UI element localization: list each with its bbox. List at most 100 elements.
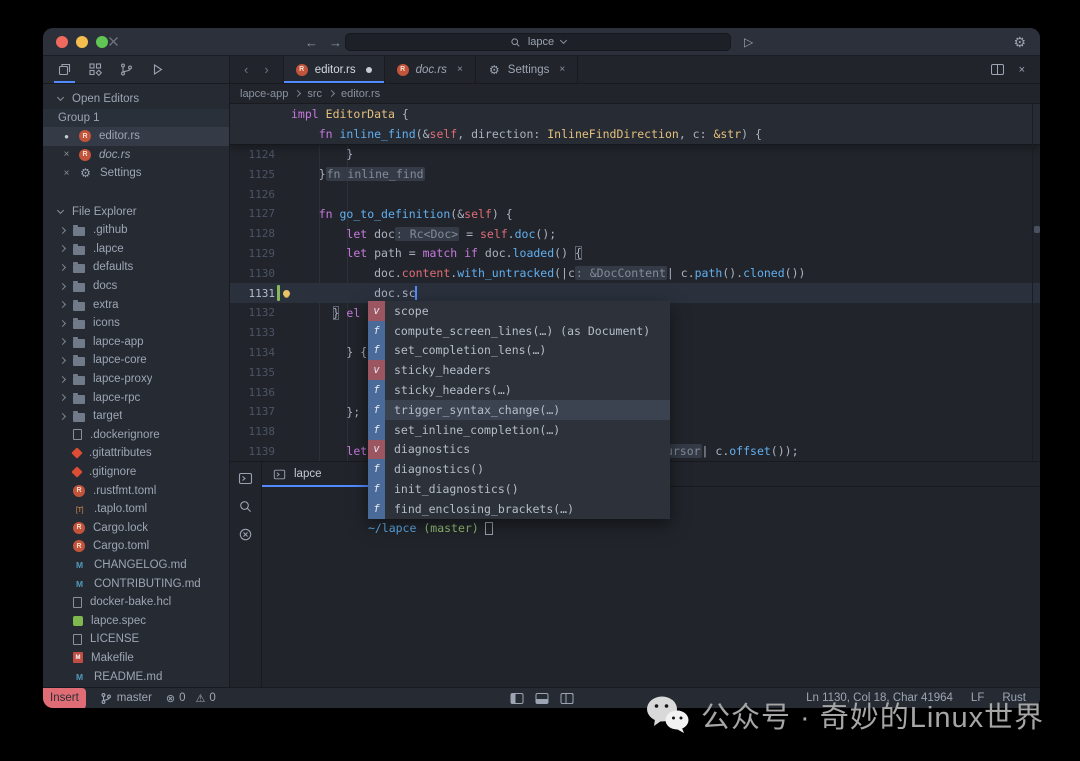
tab-doc-rs[interactable]: Rdoc.rs× xyxy=(385,56,476,83)
open-editor-item[interactable]: ×⚙Settings xyxy=(43,164,229,183)
explorer-item[interactable]: lapce-rpc xyxy=(43,388,229,407)
code-line[interactable]: 1126 xyxy=(230,184,1040,204)
explorer-item[interactable]: lapce-proxy xyxy=(43,370,229,389)
history-forward-icon[interactable]: → xyxy=(329,28,342,56)
explorer-item[interactable]: LICENSE xyxy=(43,630,229,649)
code-line[interactable]: 1125 }fn inline_find xyxy=(230,164,1040,184)
completion-item[interactable]: ffind_enclosing_brackets(…) xyxy=(368,499,670,519)
run-button[interactable]: ▷ xyxy=(744,28,753,56)
tab-back-icon[interactable]: ‹ xyxy=(244,62,248,77)
completion-item[interactable]: fset_completion_lens(…) xyxy=(368,341,670,361)
diagnostics-indicator[interactable]: ⊗ 0 ⚠ 0 xyxy=(166,692,216,705)
completion-item[interactable]: finit_diagnostics() xyxy=(368,479,670,499)
explorer-item-label: LICENSE xyxy=(90,633,139,645)
rust-icon: R xyxy=(73,540,85,552)
explorer-item[interactable]: .github xyxy=(43,221,229,240)
settings-gear-icon[interactable]: ⚙ xyxy=(1013,28,1026,56)
mode-indicator[interactable]: Insert xyxy=(43,688,86,709)
toggle-left-panel-icon[interactable] xyxy=(510,693,523,704)
activity-files-icon[interactable] xyxy=(49,56,80,83)
scrollbar[interactable] xyxy=(1032,104,1040,461)
gutter-marker xyxy=(275,382,291,402)
completion-item[interactable]: fdiagnostics() xyxy=(368,459,670,479)
code-line[interactable]: 1128 let doc: Rc<Doc> = self.doc(); xyxy=(230,224,1040,244)
explorer-item[interactable]: .dockerignore xyxy=(43,426,229,445)
close-icon[interactable]: × xyxy=(457,64,463,75)
branch-icon xyxy=(100,692,112,705)
code-line[interactable]: 1130 doc.content.with_untracked(|c: &Doc… xyxy=(230,263,1040,283)
explorer-item[interactable]: lapce-app xyxy=(43,333,229,352)
tab-forward-icon[interactable]: › xyxy=(264,62,268,77)
code-line[interactable]: fn inline_find(&self, direction: InlineF… xyxy=(230,124,1040,144)
explorer-item[interactable]: lapce.spec xyxy=(43,611,229,630)
terminal-icon[interactable] xyxy=(238,471,253,486)
close-icon[interactable]: × xyxy=(62,168,71,179)
completion-item[interactable]: fset_inline_completion(…) xyxy=(368,420,670,440)
explorer-item[interactable]: lapce-core xyxy=(43,351,229,370)
code-line[interactable]: 1127 fn go_to_definition(&self) { xyxy=(230,204,1040,224)
explorer-item[interactable]: RCargo.toml xyxy=(43,537,229,556)
file-explorer-header[interactable]: File Explorer xyxy=(43,203,229,222)
toggle-bottom-panel-icon[interactable] xyxy=(535,693,548,704)
editor-group-header[interactable]: Group 1 xyxy=(43,109,229,128)
close-icon[interactable]: × xyxy=(62,149,71,160)
completion-item[interactable]: vdiagnostics xyxy=(368,440,670,460)
explorer-item[interactable]: .lapce xyxy=(43,240,229,259)
close-icon[interactable]: × xyxy=(1019,64,1025,76)
completion-item[interactable]: fsticky_headers(…) xyxy=(368,380,670,400)
explorer-item[interactable]: MCHANGELOG.md xyxy=(43,556,229,575)
explorer-item[interactable]: MMakefile xyxy=(43,649,229,668)
completion-item[interactable]: vscope xyxy=(368,301,670,321)
breadcrumb-file[interactable]: editor.rs xyxy=(341,88,380,100)
explorer-item-label: target xyxy=(93,410,122,422)
code-line[interactable]: 1124 } xyxy=(230,145,1040,165)
explorer-item[interactable]: RCargo.lock xyxy=(43,519,229,538)
explorer-item[interactable]: icons xyxy=(43,314,229,333)
rust-icon: R xyxy=(79,130,91,142)
tab-Settings[interactable]: ⚙Settings× xyxy=(476,56,578,83)
open-editor-item[interactable]: ●Reditor.rs xyxy=(43,127,229,146)
explorer-item[interactable]: docs xyxy=(43,277,229,296)
code-line[interactable]: impl EditorData { xyxy=(230,104,1040,124)
completion-item[interactable]: fcompute_screen_lines(…) (as Document) xyxy=(368,321,670,341)
scrollbar-thumb[interactable] xyxy=(1034,226,1040,233)
explorer-item[interactable]: .gitattributes xyxy=(43,444,229,463)
lightbulb-icon[interactable] xyxy=(283,290,290,297)
md-icon: M xyxy=(73,670,86,683)
tab-editor-rs[interactable]: Reditor.rs xyxy=(283,56,385,83)
tab-label: Settings xyxy=(508,64,550,76)
breadcrumb-folder[interactable]: src xyxy=(307,88,322,100)
explorer-item[interactable]: extra xyxy=(43,295,229,314)
open-editors-header[interactable]: Open Editors xyxy=(43,90,229,109)
explorer-item[interactable]: .gitignore xyxy=(43,463,229,482)
code-line[interactable]: 1131 doc.sc xyxy=(230,283,1040,303)
command-palette[interactable]: lapce xyxy=(345,33,731,51)
chevron-right-icon xyxy=(59,338,66,345)
file-icon xyxy=(73,429,82,440)
breadcrumb-project[interactable]: lapce-app xyxy=(240,88,288,100)
explorer-item[interactable]: MREADME.md xyxy=(43,667,229,686)
minimize-window-button[interactable] xyxy=(76,36,88,48)
activity-debug-icon[interactable] xyxy=(142,56,173,83)
code-text: impl EditorData { xyxy=(291,107,1040,121)
completion-item[interactable]: vsticky_headers xyxy=(368,360,670,380)
activity-source-control-icon[interactable] xyxy=(111,56,142,83)
explorer-item[interactable]: MCONTRIBUTING.md xyxy=(43,574,229,593)
explorer-item[interactable]: R.rustfmt.toml xyxy=(43,481,229,500)
explorer-item[interactable]: docker-bake.hcl xyxy=(43,593,229,612)
split-editor-icon[interactable] xyxy=(991,64,1004,75)
close-window-button[interactable] xyxy=(56,36,68,48)
code-line[interactable]: 1129 let path = match if doc.loaded() { xyxy=(230,244,1040,264)
toggle-right-panel-icon[interactable] xyxy=(560,693,573,704)
explorer-item[interactable]: target xyxy=(43,407,229,426)
open-editor-item[interactable]: ×Rdoc.rs xyxy=(43,146,229,165)
completion-item[interactable]: ftrigger_syntax_change(…) xyxy=(368,400,670,420)
explorer-item[interactable]: defaults xyxy=(43,258,229,277)
activity-plugins-icon[interactable] xyxy=(80,56,111,83)
history-back-icon[interactable]: ← xyxy=(305,28,318,56)
close-icon[interactable]: × xyxy=(559,64,565,75)
git-branch-indicator[interactable]: master xyxy=(100,692,152,705)
problems-icon[interactable] xyxy=(238,527,253,542)
search-icon[interactable] xyxy=(238,499,253,514)
explorer-item[interactable]: [T].taplo.toml xyxy=(43,500,229,519)
